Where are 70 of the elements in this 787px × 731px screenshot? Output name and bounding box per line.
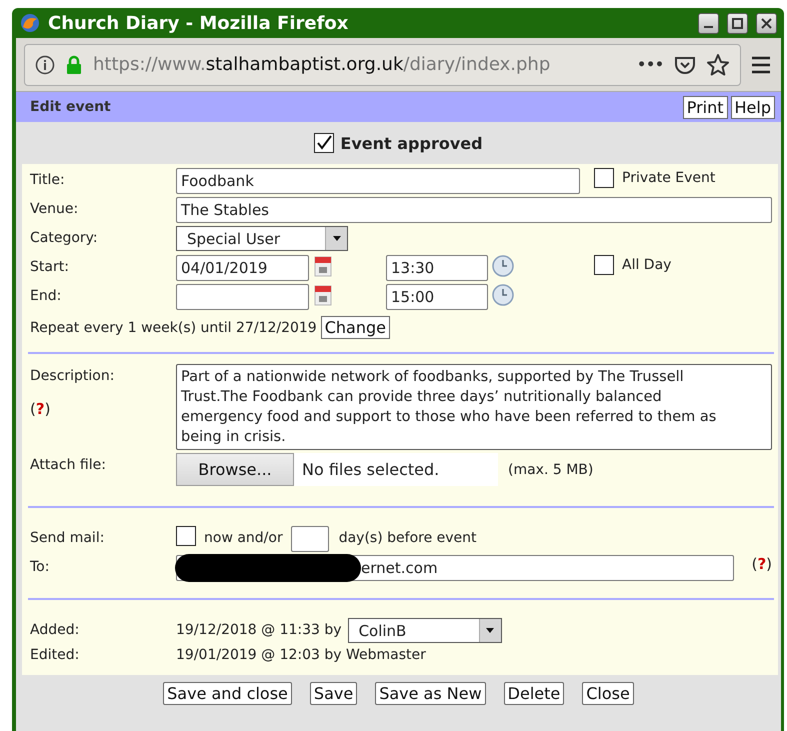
change-button[interactable]: Change (320, 316, 390, 339)
checkbox[interactable] (176, 526, 196, 546)
checkbox-label: All Day (622, 257, 672, 273)
date-field[interactable]: 04/01/2019 (176, 255, 309, 281)
clock-icon[interactable] (492, 284, 514, 306)
email-field[interactable]: ernet.com (176, 555, 734, 581)
url-text: https://www.stalhambaptist.org.uk/diary/index.php (93, 54, 552, 75)
address-bar[interactable]: https://www.stalhambaptist.org.uk/diary/index.php ••• (24, 44, 741, 86)
venue-field[interactable]: The Stables (176, 197, 772, 223)
more-menu[interactable]: ••• (637, 56, 664, 72)
time-field[interactable]: 13:30 (386, 255, 488, 281)
checkbox[interactable] (594, 255, 614, 275)
help-link[interactable]: (?) (30, 400, 176, 418)
checkbox[interactable] (314, 133, 334, 153)
action-button[interactable]: Save (310, 682, 358, 705)
field-label: Title: (30, 171, 66, 188)
field-label: Added: (30, 621, 80, 638)
time-field[interactable]: 15:00 (386, 284, 488, 310)
field-label: End: (30, 287, 62, 304)
field-label: Venue: (30, 200, 80, 217)
approved-label: Event approved (340, 134, 483, 152)
action-button[interactable]: Save as New (375, 682, 486, 705)
minimize-icon (704, 26, 713, 28)
action-button[interactable]: Save and close (163, 682, 292, 705)
maximize-icon (732, 18, 743, 28)
checkbox-label: now and/or (204, 529, 283, 546)
field-label: Start: (30, 258, 70, 275)
maximize-button[interactable] (727, 12, 748, 34)
checkbox[interactable] (594, 168, 614, 188)
calendar-icon[interactable] (314, 255, 332, 277)
browser-logo-icon (20, 13, 40, 33)
pocket-icon[interactable] (674, 54, 696, 74)
field-label: Send mail: (30, 529, 106, 546)
caret-icon (486, 628, 494, 633)
browse-button[interactable]: Browse... (176, 453, 294, 486)
added-text: 19/12/2018 @ 11:33 by (176, 621, 342, 638)
clock-icon[interactable] (492, 255, 514, 277)
star-icon[interactable] (706, 52, 730, 76)
window-title: Church Diary - Mozilla Firefox (48, 12, 350, 34)
title-field[interactable]: Foodbank (176, 168, 580, 194)
size-note: (max. 5 MB) (508, 461, 594, 478)
days-label: day(s) before event (338, 529, 477, 546)
edited-text: 19/01/2019 @ 12:03 by Webmaster (176, 647, 426, 663)
lock-icon (65, 54, 83, 74)
description-field[interactable]: Part of a nationwide network of foodbanks, supported by The Trussell Trust.The Foodbank can provide three days’ nutritionally balanced emergency food and support to those who have been referred to them as being in crisis. (176, 364, 772, 450)
action-button[interactable]: Close (582, 682, 634, 705)
action-button[interactable]: Delete (504, 682, 564, 705)
calendar-icon[interactable] (314, 284, 332, 306)
close-button[interactable] (756, 12, 777, 34)
header-button[interactable]: Help (730, 96, 775, 118)
minimize-button[interactable] (698, 12, 719, 34)
field-label: To: (30, 558, 50, 575)
date-field[interactable] (176, 284, 309, 310)
user-dropdown[interactable]: ColinB (348, 618, 502, 643)
help-link[interactable]: (?) (752, 555, 772, 573)
repeat-text: Repeat every 1 week(s) until 27/12/2019 (30, 320, 317, 336)
field-label: Attach file: (30, 456, 107, 473)
caret-icon (332, 236, 340, 241)
field-label: Category: (30, 229, 99, 246)
header-button[interactable]: Print (682, 96, 728, 118)
page-title: Edit event (30, 99, 112, 115)
file-status: No files selected. (294, 453, 498, 486)
menu-icon[interactable] (751, 56, 771, 74)
close-icon (761, 18, 772, 28)
info-icon[interactable] (35, 54, 55, 74)
field-label: Description: (30, 367, 116, 384)
checkbox-label: Private Event (622, 170, 716, 186)
category-dropdown[interactable]: Special User (176, 226, 348, 251)
field-label: Edited: (30, 647, 80, 663)
days-field[interactable] (290, 526, 329, 552)
